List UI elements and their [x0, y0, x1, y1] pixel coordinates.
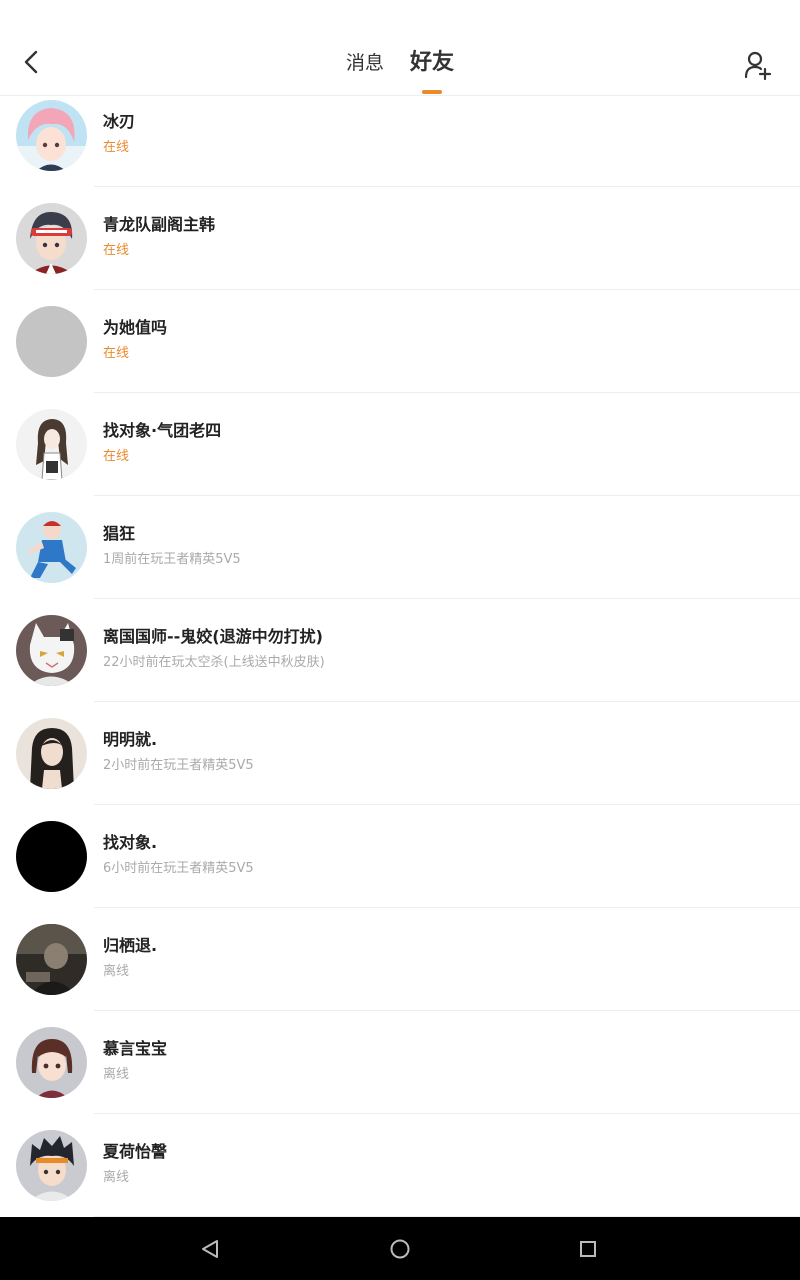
friend-name: 为她值吗	[103, 318, 168, 337]
back-button[interactable]	[14, 44, 50, 80]
nav-recents-button[interactable]	[570, 1231, 606, 1267]
avatar[interactable]	[16, 100, 87, 171]
friend-status: 在线	[103, 346, 130, 361]
friend-row[interactable]: 慕言宝宝 离线	[0, 1011, 800, 1114]
friend-status: 在线	[103, 449, 130, 464]
avatar[interactable]	[16, 409, 87, 480]
friend-row[interactable]: 猖狂 1周前在玩王者精英5V5	[0, 496, 800, 599]
friend-status: 6小时前在玩王者精英5V5	[103, 861, 254, 876]
friend-row[interactable]: 离国国师--鬼姣(退游中勿打扰) 22小时前在玩太空杀(上线送中秋皮肤)	[0, 599, 800, 702]
chevron-left-icon	[24, 50, 38, 74]
avatar[interactable]	[16, 1130, 87, 1201]
avatar[interactable]	[16, 512, 87, 583]
friend-row[interactable]: 冰刃 在线	[0, 84, 800, 187]
friend-status: 22小时前在玩太空杀(上线送中秋皮肤)	[103, 655, 325, 670]
avatar[interactable]	[16, 924, 87, 995]
friend-name: 慕言宝宝	[103, 1039, 168, 1058]
avatar[interactable]	[16, 203, 87, 274]
friend-row[interactable]: 青龙队副阁主韩 在线	[0, 187, 800, 290]
friend-name: 离国国师--鬼姣(退游中勿打扰)	[103, 627, 323, 646]
friend-status: 离线	[103, 964, 130, 979]
friend-name: 明明就.	[103, 730, 158, 749]
friend-status: 在线	[103, 243, 130, 258]
friend-name: 找对象·气团老四	[103, 421, 222, 440]
tab-friends-label: 好友	[410, 50, 455, 75]
friend-status: 在线	[103, 140, 130, 155]
nav-back-icon	[202, 1240, 218, 1258]
friend-status: 2小时前在玩王者精英5V5	[103, 758, 254, 773]
nav-home-button[interactable]	[382, 1231, 418, 1267]
friend-row[interactable]: 找对象. 6小时前在玩王者精英5V5	[0, 805, 800, 908]
friend-row[interactable]: 明明就. 2小时前在玩王者精英5V5	[0, 702, 800, 805]
friend-row[interactable]: 归栖退. 离线	[0, 908, 800, 1011]
friends-screen: 消息 好友 冰刃 在线 青龙队副阁主韩 在线 为她值吗 在线 找对象·气团老四 在线 猖狂 1周前…	[0, 0, 800, 1280]
friend-row[interactable]: 夏荷怡謦 离线	[0, 1114, 800, 1217]
tab-friends[interactable]: 好友	[397, 46, 467, 94]
friend-status: 1周前在玩王者精英5V5	[103, 552, 241, 567]
friend-name: 冰刃	[103, 112, 136, 131]
top-bar: 消息 好友	[0, 0, 800, 96]
tab-messages[interactable]: 消息	[333, 46, 397, 80]
friend-name: 猖狂	[103, 524, 136, 543]
friend-row[interactable]: 为她值吗 在线	[0, 290, 800, 393]
avatar[interactable]	[16, 1027, 87, 1098]
avatar[interactable]	[16, 821, 87, 892]
friend-name: 夏荷怡謦	[103, 1142, 168, 1161]
friend-status: 离线	[103, 1170, 130, 1185]
friend-name: 找对象.	[103, 833, 158, 852]
nav-home-icon	[390, 1239, 410, 1259]
avatar[interactable]	[16, 615, 87, 686]
friend-list[interactable]: 冰刃 在线 青龙队副阁主韩 在线 为她值吗 在线 找对象·气团老四 在线 猖狂 1周前在玩王者精英…	[0, 84, 800, 1217]
avatar[interactable]	[16, 306, 87, 377]
tab-bar: 消息 好友	[0, 46, 800, 94]
avatar[interactable]	[16, 718, 87, 789]
tab-messages-label: 消息	[345, 52, 384, 74]
friend-name: 青龙队副阁主韩	[103, 215, 216, 234]
add-friend-button[interactable]	[738, 46, 778, 84]
nav-back-button[interactable]	[192, 1231, 228, 1267]
friend-status: 离线	[103, 1067, 130, 1082]
nav-recents-icon	[580, 1241, 596, 1257]
add-user-icon	[744, 51, 772, 81]
friend-row[interactable]: 找对象·气团老四在线	[0, 393, 800, 496]
system-nav-bar	[0, 1217, 800, 1280]
friend-name: 归栖退.	[103, 936, 158, 955]
